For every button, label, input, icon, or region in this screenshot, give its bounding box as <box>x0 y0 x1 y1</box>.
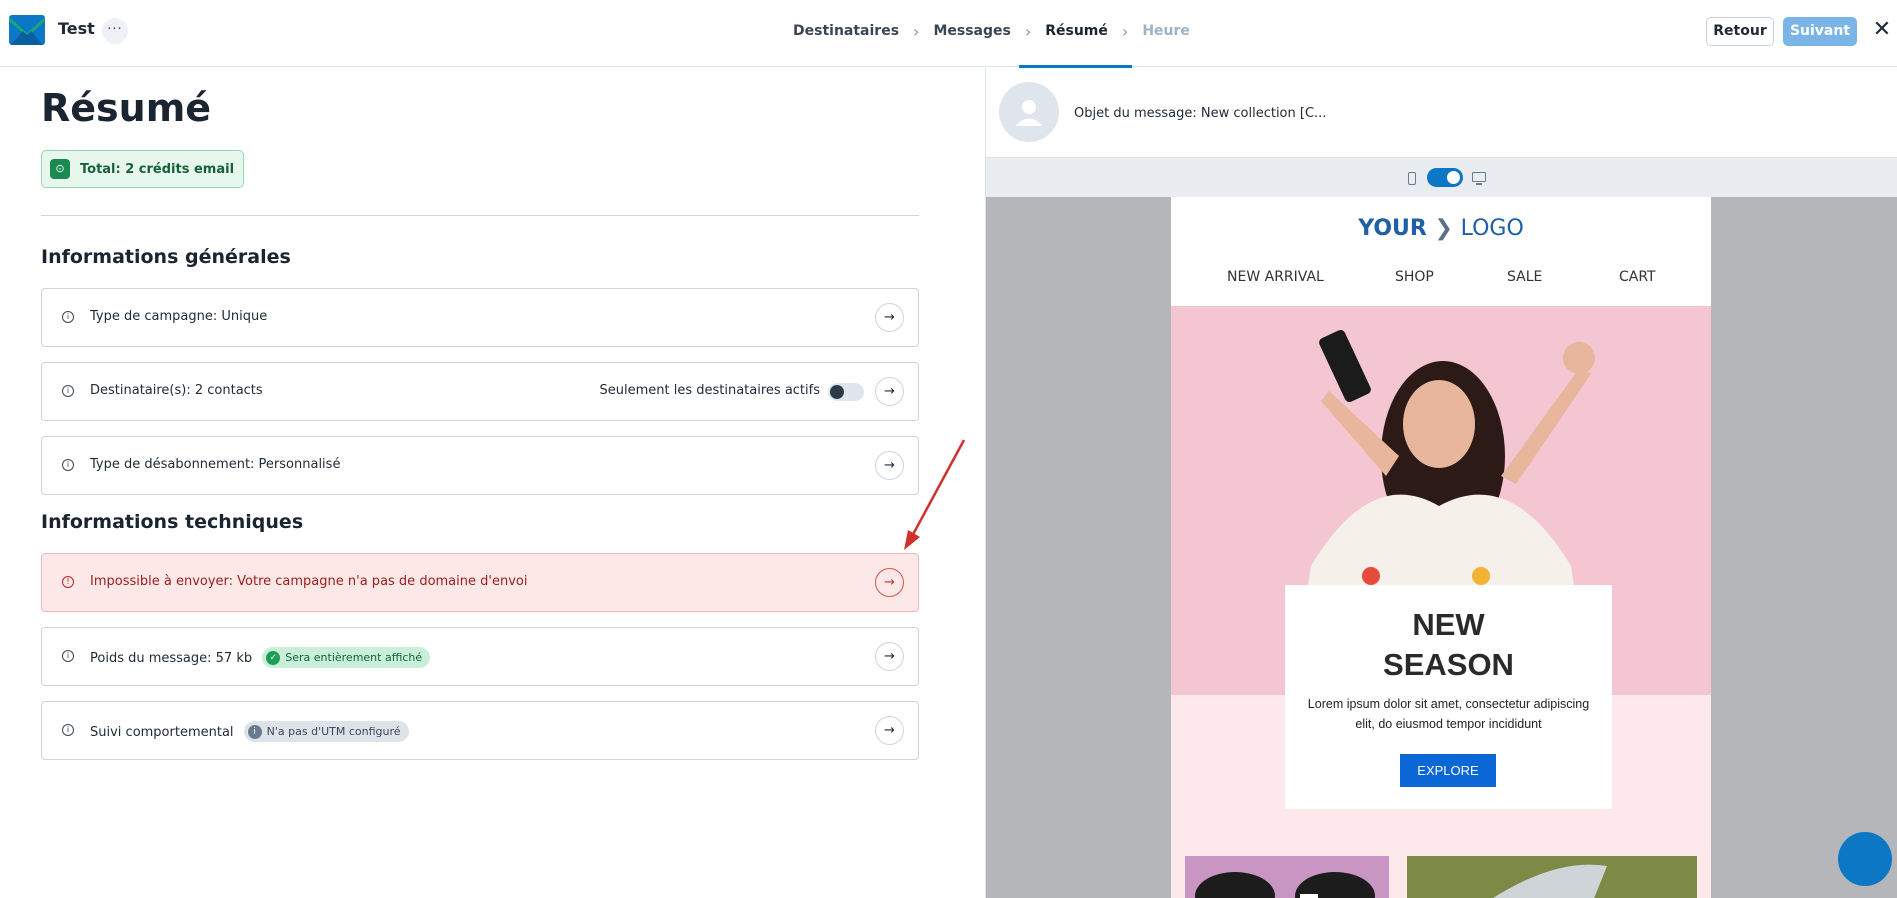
row-label: Type de désabonnement: Personnalisé <box>90 457 341 472</box>
info-circle-icon: i <box>62 459 74 471</box>
arrow-right-icon[interactable]: → <box>875 303 904 332</box>
logo-text-right: LOGO <box>1460 216 1524 241</box>
hero-headline-line1: NEW <box>1412 607 1485 642</box>
explore-button[interactable]: EXPLORE <box>1400 754 1496 787</box>
step-messages[interactable]: Messages <box>919 0 1024 67</box>
shoes-illustration <box>1195 872 1375 898</box>
hero-body-text: Lorem ipsum dolor sit amet, consectetur … <box>1307 697 1590 731</box>
accessory-illustration <box>1493 864 1607 898</box>
step-destinataires[interactable]: Destinataires <box>779 0 913 67</box>
info-circle-icon: i <box>62 311 74 323</box>
email-nav-item[interactable]: NEW ARRIVAL <box>1227 269 1324 285</box>
status-badge-label: Sera entièrement affiché <box>285 651 423 664</box>
stepper: Destinataires › Messages › Résumé › Heur… <box>779 0 1204 68</box>
mobile-icon[interactable] <box>1408 172 1416 185</box>
product-image-accessory <box>1407 856 1697 898</box>
info-circle-icon: i <box>62 385 74 397</box>
step-resume[interactable]: Résumé <box>1019 0 1132 68</box>
check-circle-icon: ✓ <box>266 650 281 665</box>
general-info-title: Informations générales <box>41 246 291 268</box>
status-badge: ✓ Sera entièrement affiché <box>262 647 431 668</box>
back-button[interactable]: Retour <box>1706 17 1774 46</box>
row-sending-domain-error[interactable]: ! Impossible à envoyer: Votre campagne n… <box>41 553 919 612</box>
hero-card: NEW SEASON Lorem ipsum dolor sit amet, c… <box>1285 585 1612 809</box>
status-badge: i N'a pas d'UTM configuré <box>243 721 409 742</box>
email-nav-item[interactable]: CART <box>1619 269 1656 285</box>
row-unsubscribe-type[interactable]: i Type de désabonnement: Personnalisé → <box>41 436 919 495</box>
next-button[interactable]: Suivant <box>1783 17 1857 46</box>
row-label: Destinataire(s): 2 contacts <box>90 383 263 398</box>
arrow-right-icon[interactable]: → <box>875 642 904 671</box>
user-icon <box>1016 100 1042 126</box>
status-badge-label: N'a pas d'UTM configuré <box>266 725 401 738</box>
info-circle-icon: i <box>62 650 74 662</box>
divider <box>41 215 919 216</box>
hero-headline-line2: SEASON <box>1383 647 1514 682</box>
logo-chevron-icon: ❯ <box>1434 216 1453 241</box>
row-behavior-tracking[interactable]: i Suivi comportemental i N'a pas d'UTM c… <box>41 701 919 760</box>
summary-panel: Résumé ⊙ Total: 2 crédits email Informat… <box>0 68 985 898</box>
more-options-button[interactable]: ··· <box>102 18 128 44</box>
row-label: Impossible à envoyer: Votre campagne n'a… <box>90 574 528 589</box>
row-label: Poids du message: 57 kb ✓ Sera entièreme… <box>90 647 431 669</box>
product-image-shoes <box>1185 856 1389 898</box>
active-recipients-label: Seulement les destinataires actifs <box>599 383 821 398</box>
hero-headline: NEW SEASON <box>1285 605 1612 685</box>
credits-badge: ⊙ Total: 2 crédits email <box>41 150 245 188</box>
annotation-arrow-icon <box>904 439 966 550</box>
device-switcher <box>986 157 1897 197</box>
row-recipients[interactable]: i Destinataire(s): 2 contacts Seulement … <box>41 362 919 421</box>
row-campaign-type[interactable]: i Type de campagne: Unique → <box>41 288 919 347</box>
technical-info-title: Informations techniques <box>41 511 304 533</box>
logo-text-left: YOUR <box>1358 216 1427 241</box>
preview-panel: Objet du message: New collection [C... Y… <box>985 68 1897 898</box>
email-nav-item[interactable]: SALE <box>1507 269 1542 285</box>
active-recipients-toggle[interactable] <box>828 383 864 401</box>
campaign-title: Test <box>58 19 95 38</box>
brevo-mail-logo-icon[interactable] <box>9 13 45 47</box>
row-label: Suivi comportemental i N'a pas d'UTM con… <box>90 721 409 743</box>
arrow-right-icon[interactable]: → <box>875 377 904 406</box>
close-icon[interactable]: ✕ <box>1870 18 1894 42</box>
desktop-icon[interactable] <box>1472 172 1486 185</box>
credit-coin-icon: ⊙ <box>50 159 70 179</box>
step-heure[interactable]: Heure <box>1128 0 1204 67</box>
sender-avatar <box>999 82 1059 142</box>
email-preview: YOUR ❯ LOGO NEW ARRIVAL SHOP SALE CART N… <box>1171 197 1711 898</box>
message-weight-text: Poids du message: 57 kb <box>90 651 253 666</box>
alert-circle-icon: ! <box>62 576 74 588</box>
email-nav-item[interactable]: SHOP <box>1395 269 1434 285</box>
chat-support-icon[interactable] <box>1838 832 1892 886</box>
credits-label: Total: 2 crédits email <box>80 161 235 177</box>
row-message-weight[interactable]: i Poids du message: 57 kb ✓ Sera entière… <box>41 627 919 686</box>
arrow-right-icon[interactable]: → <box>875 568 904 597</box>
message-subject: Objet du message: New collection [C... <box>1074 106 1327 121</box>
page-title: Résumé <box>41 86 212 130</box>
info-circle-icon: i <box>62 724 74 736</box>
email-logo: YOUR ❯ LOGO <box>1171 216 1711 241</box>
tracking-text: Suivi comportemental <box>90 725 234 740</box>
device-toggle[interactable] <box>1427 168 1463 187</box>
info-circle-icon: i <box>247 724 262 739</box>
arrow-right-icon[interactable]: → <box>875 716 904 745</box>
row-label: Type de campagne: Unique <box>90 309 268 324</box>
email-preview-canvas: YOUR ❯ LOGO NEW ARRIVAL SHOP SALE CART N… <box>986 197 1897 898</box>
top-bar: Test ··· Destinataires › Messages › Résu… <box>0 0 1897 68</box>
